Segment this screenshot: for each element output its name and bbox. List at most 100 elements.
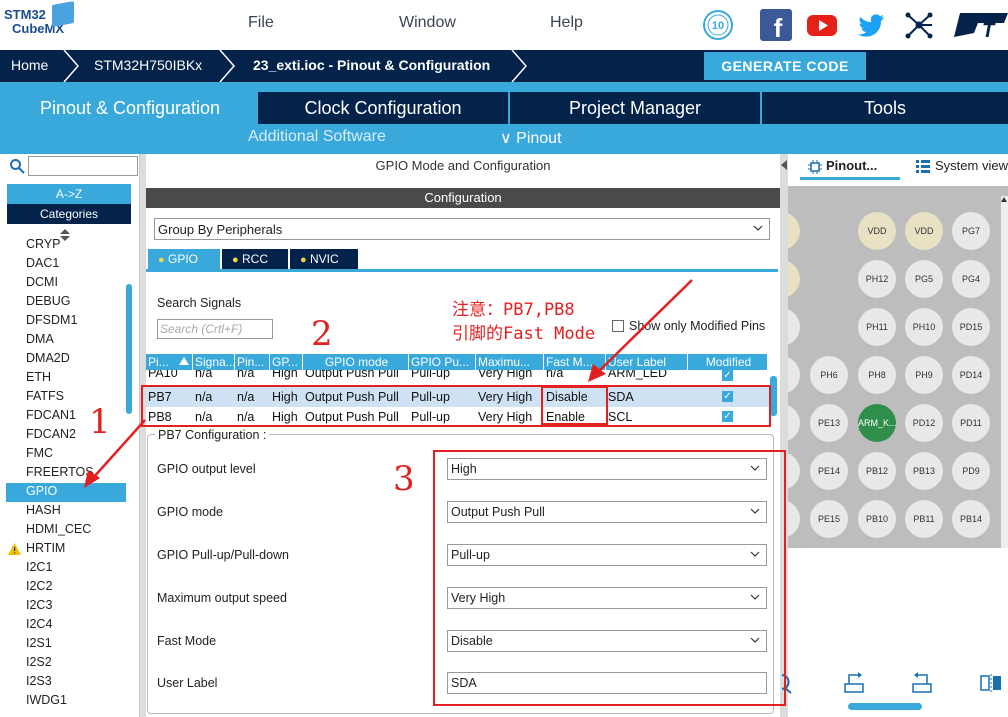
- category-search-input[interactable]: [28, 156, 138, 176]
- sidebar-item-i2c1[interactable]: I2C1: [26, 560, 52, 574]
- sidebar-item-hash[interactable]: HASH: [26, 503, 61, 517]
- chip-pin[interactable]: PG4: [952, 260, 990, 298]
- sidebar-item-fdcan2[interactable]: FDCAN2: [26, 427, 76, 441]
- chip-pin[interactable]: PH6: [810, 356, 848, 394]
- chip-pin[interactable]: PH11: [858, 308, 896, 346]
- sidebar-item-i2s2[interactable]: I2S2: [26, 655, 52, 669]
- sidebar-item-i2s3[interactable]: I2S3: [26, 674, 52, 688]
- tab-project-manager[interactable]: Project Manager: [510, 92, 760, 124]
- chip-pin[interactable]: PB14: [952, 500, 990, 538]
- collapse-left-icon[interactable]: [781, 160, 787, 170]
- chip-pin[interactable]: PD11: [952, 404, 990, 442]
- table-row[interactable]: PA10 n/a n/a High Output Push Pull Pull-up Ver…: [146, 370, 770, 384]
- sidebar-item-dma[interactable]: DMA: [26, 332, 54, 346]
- chip-pin[interactable]: PE13: [810, 404, 848, 442]
- col-header-gpio-mode[interactable]: GPIO mode: [303, 354, 409, 371]
- youtube-icon[interactable]: [806, 9, 838, 41]
- flip-horizontal-icon[interactable]: [980, 672, 1002, 694]
- sidebar-item-fdcan1[interactable]: FDCAN1: [26, 408, 76, 422]
- twitter-icon[interactable]: [854, 9, 886, 41]
- col-header-fast-mode[interactable]: Fast M...: [544, 354, 606, 371]
- chip-pin[interactable]: PH9: [905, 356, 943, 394]
- scroll-up-icon[interactable]: [1000, 196, 1008, 204]
- pinout-hscrollbar[interactable]: [848, 703, 922, 710]
- menu-file[interactable]: File: [248, 14, 274, 32]
- sidebar-item-dcmi[interactable]: DCMI: [26, 275, 58, 289]
- network-share-icon[interactable]: [903, 9, 935, 41]
- chip-pin[interactable]: PB11: [905, 500, 943, 538]
- sort-az-button[interactable]: A->Z: [7, 184, 131, 204]
- tab-tools[interactable]: Tools: [762, 92, 1008, 124]
- col-header-pin-context[interactable]: Pin...: [235, 354, 270, 371]
- categories-button[interactable]: Categories: [7, 204, 131, 224]
- tab-system-view[interactable]: System view: [918, 158, 1008, 173]
- sidebar-item-dac1[interactable]: DAC1: [26, 256, 59, 270]
- chip-pin[interactable]: PG5: [905, 260, 943, 298]
- sidebar-item-hdmi-cec[interactable]: HDMI_CEC: [26, 522, 91, 536]
- search-icon[interactable]: [9, 158, 25, 174]
- sidebar-item-debug[interactable]: DEBUG: [26, 294, 70, 308]
- group-by-select[interactable]: Group By Peripherals: [154, 218, 770, 240]
- anniversary-badge-icon[interactable]: 10: [702, 9, 734, 41]
- chip-scroll-track: [1001, 196, 1008, 548]
- sidebar-item-eth[interactable]: ETH: [26, 370, 51, 384]
- col-header-user-label[interactable]: User Label: [606, 354, 688, 371]
- chip-pinout-canvas[interactable]: VDD VDD PG7 PH12 PG5 PG4 PH11 PH10 PD15 PH6 PH8 PH9…: [788, 186, 1008, 548]
- chip-pin[interactable]: PH12: [858, 260, 896, 298]
- chip-pin[interactable]: VDD: [858, 212, 896, 250]
- sidebar-item-i2c4[interactable]: I2C4: [26, 617, 52, 631]
- col-header-max-speed[interactable]: Maximu...: [476, 354, 544, 371]
- tab-pinout-view[interactable]: Pinout...: [808, 158, 877, 173]
- sidebar-scrollbar[interactable]: [126, 284, 132, 414]
- breadcrumb-project[interactable]: 23_exti.ioc - Pinout & Configuration: [253, 57, 490, 73]
- chip-pin[interactable]: PD14: [952, 356, 990, 394]
- chip-pin[interactable]: PB10: [858, 500, 896, 538]
- chip-pin[interactable]: PB13: [905, 452, 943, 490]
- chip-pin[interactable]: VDD: [905, 212, 943, 250]
- chip-pin[interactable]: PD9: [952, 452, 990, 490]
- sidebar-item-cryp[interactable]: CRYP: [26, 237, 61, 251]
- tab-clock-configuration[interactable]: Clock Configuration: [258, 92, 508, 124]
- rotate-right-icon[interactable]: [843, 672, 865, 694]
- chip-pin[interactable]: PG7: [952, 212, 990, 250]
- col-header-gpio-pull[interactable]: GPIO Pu...: [409, 354, 476, 371]
- rotate-left-icon[interactable]: [911, 672, 933, 694]
- inner-tab-rcc[interactable]: ● RCC: [222, 249, 288, 269]
- chip-pin[interactable]: PD15: [952, 308, 990, 346]
- search-signals-input[interactable]: Search (Crtl+F): [157, 319, 273, 339]
- sidebar-item-i2c3[interactable]: I2C3: [26, 598, 52, 612]
- sidebar-item-dfsdm1[interactable]: DFSDM1: [26, 313, 77, 327]
- menu-window[interactable]: Window: [399, 14, 456, 32]
- sidebar-item-fmc[interactable]: FMC: [26, 446, 53, 460]
- tab-pinout-configuration[interactable]: Pinout & Configuration: [4, 92, 256, 124]
- sidebar-item-freertos[interactable]: FREERTOS: [26, 465, 94, 479]
- generate-code-button[interactable]: GENERATE CODE: [704, 52, 866, 80]
- sidebar-item-gpio[interactable]: GPIO: [26, 484, 57, 498]
- sidebar-item-dma2d[interactable]: DMA2D: [26, 351, 70, 365]
- chip-pin[interactable]: PD12: [905, 404, 943, 442]
- chip-pin[interactable]: PH8: [858, 356, 896, 394]
- menu-help[interactable]: Help: [550, 14, 583, 32]
- tab-pinout-menu[interactable]: ∨ Pinout: [500, 128, 562, 148]
- table-scrollbar[interactable]: [770, 376, 777, 416]
- inner-tab-nvic[interactable]: ● NVIC: [290, 249, 358, 269]
- sidebar-item-hrtim[interactable]: HRTIM: [26, 541, 65, 555]
- chip-pin[interactable]: PE15: [810, 500, 848, 538]
- sidebar-item-fatfs[interactable]: FATFS: [26, 389, 64, 403]
- inner-tab-gpio[interactable]: ● GPIO: [148, 249, 220, 269]
- chip-pin[interactable]: PH10: [905, 308, 943, 346]
- sidebar-item-iwdg1[interactable]: IWDG1: [26, 693, 67, 707]
- col-header-gpio-level[interactable]: GP...: [270, 354, 303, 371]
- chip-pin[interactable]: ARM_K...: [858, 404, 897, 442]
- col-header-modified[interactable]: Modified: [688, 354, 768, 371]
- sidebar-item-i2c2[interactable]: I2C2: [26, 579, 52, 593]
- breadcrumb-mcu[interactable]: STM32H750IBKx: [94, 57, 202, 73]
- chip-pin[interactable]: PB12: [858, 452, 896, 490]
- show-modified-checkbox[interactable]: [612, 320, 624, 332]
- facebook-icon[interactable]: f: [760, 9, 792, 41]
- tab-additional-software[interactable]: Additional Software: [248, 128, 386, 146]
- col-header-signal[interactable]: Signa...: [193, 354, 235, 371]
- breadcrumb-home[interactable]: Home: [11, 57, 48, 73]
- sidebar-item-i2s1[interactable]: I2S1: [26, 636, 52, 650]
- chip-pin[interactable]: PE14: [810, 452, 848, 490]
